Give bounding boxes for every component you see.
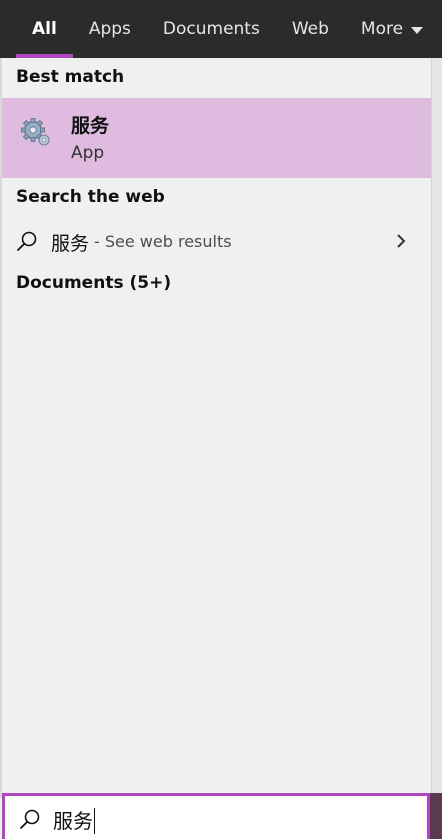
search-icon [17,231,37,251]
search-web-header: Search the web [16,187,165,207]
panel-scroll-track[interactable] [431,58,442,798]
tab-apps[interactable]: Apps [73,0,147,58]
best-match-result[interactable]: 服务 App [2,98,431,178]
best-match-subtitle: App [71,143,105,163]
tab-more[interactable]: More [345,0,439,58]
text-cursor [94,807,95,834]
tab-documents-label: Documents [162,19,260,39]
tab-all[interactable]: All [16,0,73,58]
search-input[interactable]: 服务 [2,793,430,839]
web-search-result[interactable]: 服务 - See web results [2,220,431,262]
tab-apps-label: Apps [88,19,131,39]
documents-header[interactable]: Documents (5+) [16,273,171,293]
web-results-hint: - See web results [94,232,232,251]
search-input-value: 服务 [53,809,93,833]
web-query-text: 服务 [51,233,90,255]
tab-all-label: All [32,19,57,39]
services-gear-icon [21,118,50,146]
search-filter-tabs: All Apps Documents Web More [0,0,442,58]
tab-web[interactable]: Web [276,0,345,58]
tab-documents[interactable]: Documents [147,0,276,58]
chevron-right-icon [397,234,406,248]
caret-down-icon [411,26,424,34]
desktop-background-strip [430,793,442,839]
search-icon [20,809,40,829]
tab-more-label: More [360,19,404,39]
best-match-header: Best match [16,67,125,87]
tab-web-label: Web [291,19,329,39]
start-search-panel: All Apps Documents Web More Best match 服… [0,0,442,839]
best-match-title: 服务 [71,115,110,137]
search-input-value-wrap: 服务 [53,805,95,836]
